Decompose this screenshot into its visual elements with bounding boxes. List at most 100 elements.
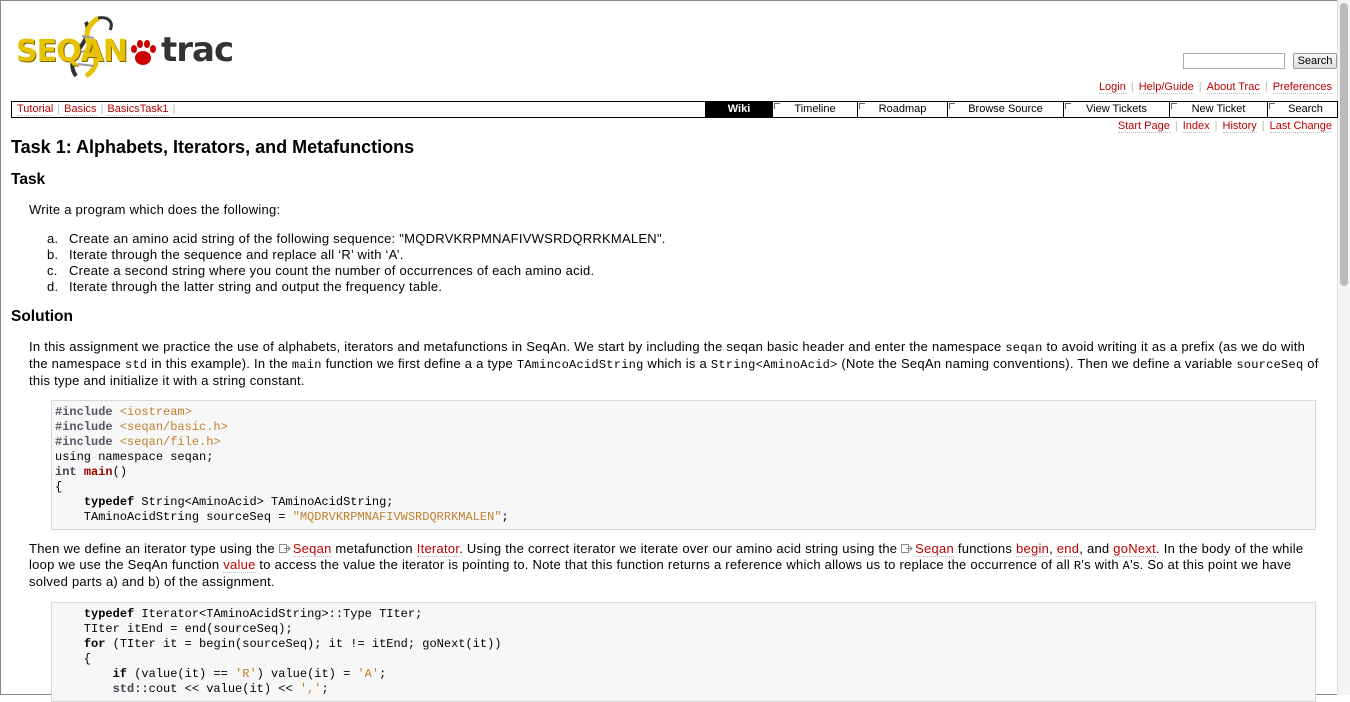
begin-link[interactable]: begin — [1016, 541, 1050, 557]
navigation-bar: Tutorial | Basics | BasicsTask1 | Wiki Timeli… — [11, 101, 1338, 118]
tab-corner — [859, 103, 865, 109]
tab-label: New Ticket — [1191, 103, 1246, 115]
list-item-text: Create a second string where you count t… — [69, 263, 595, 278]
list-item-text: Iterate through the latter string and ou… — [69, 279, 443, 294]
list-item: c. Create a second string where you count… — [29, 263, 666, 279]
logo-seqan-text: SEQAN — [16, 34, 128, 69]
separator: | — [57, 103, 61, 115]
breadcrumb-tutorial[interactable]: Tutorial — [17, 103, 54, 116]
search-button[interactable]: Search — [1293, 53, 1337, 69]
code-token: #include — [55, 420, 113, 434]
tab-corner — [1269, 103, 1275, 109]
external-link-icon — [901, 544, 913, 553]
code-token: #include — [55, 435, 113, 449]
text: , and — [1079, 541, 1114, 556]
gonext-link[interactable]: goNext — [1113, 541, 1156, 557]
text: which is a — [643, 356, 711, 371]
start-page-link[interactable]: Start Page — [1117, 120, 1170, 133]
preferences-link[interactable]: Preferences — [1272, 81, 1332, 94]
separator: | — [100, 103, 104, 115]
tab-label: Search — [1288, 103, 1323, 115]
inline-code: A — [1122, 559, 1131, 573]
text: functions — [953, 541, 1016, 556]
text: metafunction — [331, 541, 417, 556]
code-token: 'A' — [357, 667, 380, 681]
tab-label: View Tickets — [1086, 103, 1147, 115]
code-token: for — [83, 637, 106, 651]
list-marker: c. — [47, 263, 58, 278]
seqan-link[interactable]: Seqan — [292, 541, 332, 557]
last-change-link[interactable]: Last Change — [1269, 120, 1332, 133]
solution-paragraph-2: Then we define an iterator type using th… — [29, 541, 1325, 590]
code-token: main — [83, 465, 113, 479]
text: . Using the correct iterator we iterate … — [459, 541, 902, 556]
login-link[interactable]: Login — [1098, 81, 1126, 94]
task-list: a. Create an amino acid string of the fol… — [29, 231, 666, 295]
tab-label: Wiki — [727, 103, 751, 115]
text: function we first define a a type — [321, 356, 517, 371]
breadcrumb-basicstask1[interactable]: BasicsTask1 — [107, 103, 169, 116]
solution-paragraph-1: In this assignment we practice the use o… — [29, 339, 1325, 389]
list-marker: d. — [47, 279, 59, 294]
help-guide-link[interactable]: Help/Guide — [1138, 81, 1194, 94]
code-token: ',' — [299, 682, 322, 696]
page-title: Task 1: Alphabets, Iterators, and Metafu… — [11, 137, 415, 157]
code-token: using namespace seqan; — [55, 450, 214, 464]
inline-code: seqan — [1005, 341, 1043, 355]
tab-label: Browse Source — [968, 103, 1043, 115]
end-link[interactable]: end — [1056, 541, 1080, 557]
tab-view-tickets[interactable]: View Tickets — [1063, 102, 1169, 117]
external-link-icon — [278, 544, 291, 553]
text: (Note the SeqAn naming conventions). The… — [837, 356, 1237, 371]
separator: | — [172, 103, 176, 115]
inline-code: TAmincoAcidString — [516, 358, 644, 372]
code-token: typedef — [83, 495, 135, 509]
logo-trac-text: trac — [161, 30, 234, 70]
text: in this example). In the — [147, 356, 292, 371]
list-item: a. Create an amino acid string of the fol… — [29, 231, 666, 247]
code-token: <seqan/basic.h> — [119, 420, 228, 434]
tab-search[interactable]: Search — [1267, 102, 1343, 117]
meta-navigation: Login | Help/Guide | About Trac | Preferences — [1098, 81, 1332, 94]
task-intro: Write a program which does the following… — [29, 202, 281, 217]
separator: | — [1198, 81, 1202, 93]
value-link[interactable]: value — [223, 557, 256, 573]
main-navigation: Wiki Timeline Roadmap Browse Source View… — [705, 102, 1343, 117]
breadcrumb: Tutorial | Basics | BasicsTask1 | — [17, 102, 179, 117]
text: In this assignment we practice the use o… — [29, 339, 1006, 354]
inline-code: sourceSeq — [1236, 358, 1304, 372]
breadcrumb-basics[interactable]: Basics — [64, 103, 97, 116]
tab-label: Roadmap — [878, 103, 927, 115]
inline-code: std — [125, 358, 148, 372]
tab-browse-source[interactable]: Browse Source — [947, 102, 1063, 117]
iterator-link[interactable]: Iterator — [416, 541, 460, 557]
text: to access the value the iterator is poin… — [255, 557, 1074, 572]
tab-new-ticket[interactable]: New Ticket — [1169, 102, 1267, 117]
code-token: <iostream> — [119, 405, 192, 419]
tab-wiki[interactable]: Wiki — [705, 102, 772, 117]
tab-roadmap[interactable]: Roadmap — [857, 102, 947, 117]
index-link[interactable]: Index — [1182, 120, 1210, 133]
about-trac-link[interactable]: About Trac — [1206, 81, 1260, 94]
separator: | — [1130, 81, 1134, 93]
list-item-text: Iterate through the sequence and replace… — [69, 247, 404, 262]
code-token: int — [55, 465, 77, 479]
tab-corner — [774, 103, 780, 109]
seqan-trac-logo[interactable]: SEQAN trac — [16, 14, 234, 80]
history-link[interactable]: History — [1222, 120, 1257, 133]
search-input[interactable] — [1183, 53, 1285, 69]
code-token: if — [112, 667, 128, 681]
list-item-text: Create an amino acid string of the follo… — [69, 231, 666, 246]
separator: | — [1264, 81, 1268, 93]
scrollbar-thumb[interactable] — [1340, 3, 1348, 286]
tab-timeline[interactable]: Timeline — [772, 102, 857, 117]
separator: | — [1261, 120, 1265, 132]
text: , — [1049, 541, 1057, 556]
code-block-1: #include <iostream> #include <seqan/basi… — [51, 400, 1316, 530]
code-token: "MQDRVKRPMNAFIVWSRDQRRKMALEN" — [292, 510, 502, 524]
separator: | — [1174, 120, 1178, 132]
seqan-link[interactable]: Seqan — [915, 541, 954, 557]
text: 's with — [1081, 557, 1123, 572]
solution-heading: Solution — [11, 308, 73, 325]
tab-corner — [1171, 103, 1177, 109]
